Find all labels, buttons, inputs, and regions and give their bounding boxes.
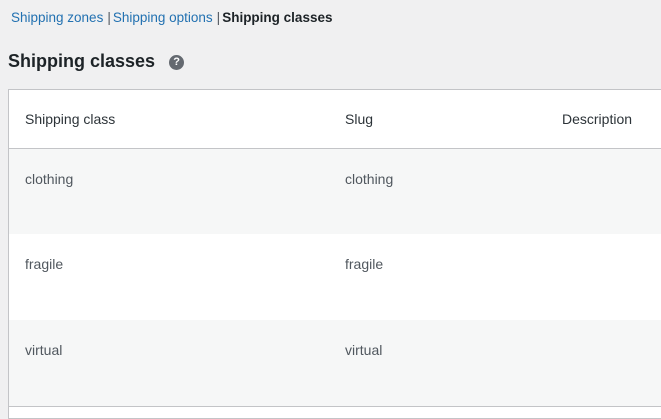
shipping-class-description [546,320,661,407]
page-heading: Shipping classes ? [8,49,185,73]
shipping-class-description [546,148,661,234]
table-row[interactable]: fragile fragile [9,234,661,320]
shipping-classes-table-container: Shipping class Slug Description clothing… [8,89,661,419]
table-row[interactable]: clothing clothing [9,148,661,234]
column-header-slug: Slug [345,110,374,127]
column-header-shipping-class: Shipping class [25,110,116,127]
shipping-class-name: virtual [9,320,329,407]
subnav-shipping-options-link[interactable]: Shipping options [113,10,213,25]
subnav-separator: | [107,10,111,25]
shipping-classes-table: Shipping class Slug Description clothing… [9,90,661,407]
subnav-shipping-zones-link[interactable]: Shipping zones [11,10,103,25]
shipping-class-slug: virtual [329,320,546,407]
shipping-class-slug: fragile [345,256,384,272]
shipping-class-slug: clothing [345,170,394,187]
table-header-row: Shipping class Slug Description [9,90,661,148]
subnav-shipping-classes-current: Shipping classes [222,10,333,25]
shipping-class-description [546,234,661,320]
shipping-subnav: Shipping zones | Shipping options | Shipping… [11,9,332,27]
help-icon[interactable]: ? [169,55,185,70]
shipping-class-name: clothing [25,170,74,187]
column-header-description: Description [562,110,633,127]
subnav-separator: | [216,10,221,25]
page-title: Shipping classes [8,51,156,71]
shipping-class-name: fragile [25,256,64,272]
table-row[interactable]: virtual virtual [9,320,661,407]
